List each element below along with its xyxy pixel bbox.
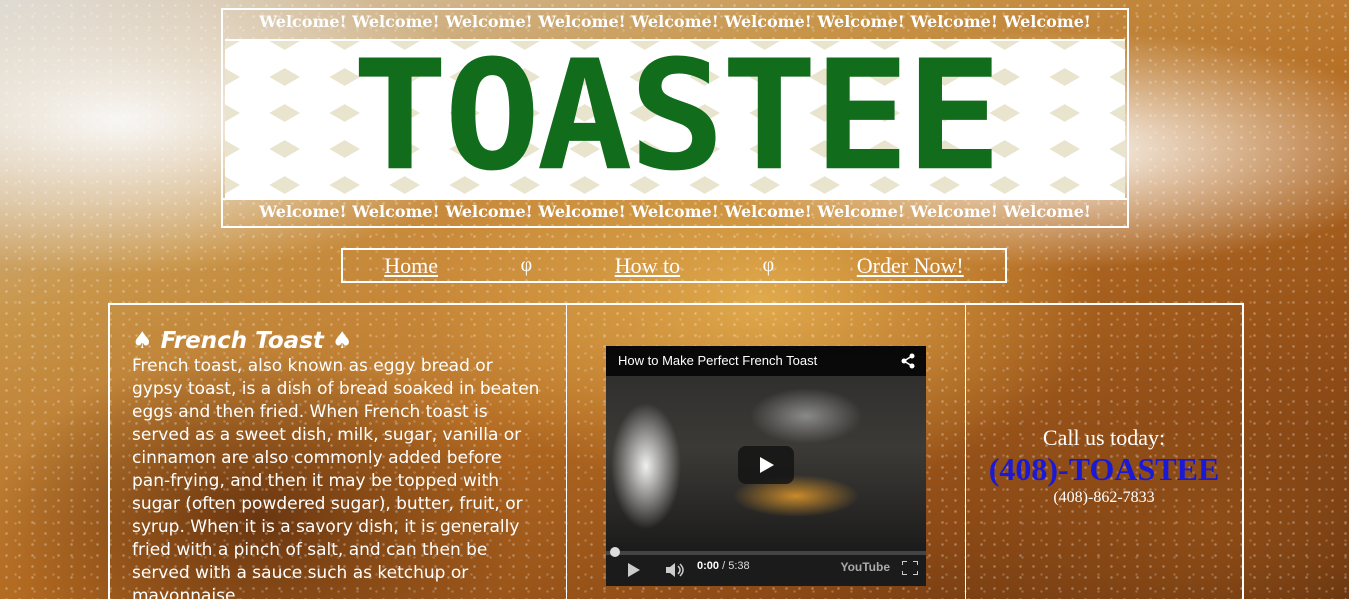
video-column: How to Make Perfect French Toast 0:00 / …: [567, 305, 966, 599]
fullscreen-icon[interactable]: [902, 561, 918, 575]
play-button[interactable]: [738, 446, 794, 484]
progress-knob[interactable]: [610, 547, 620, 557]
call-label: Call us today:: [1042, 425, 1166, 450]
nav-separator: φ: [520, 254, 533, 276]
share-icon[interactable]: [900, 353, 916, 369]
time-current: 0:00: [697, 560, 720, 572]
header-banner: Welcome! Welcome! Welcome! Welcome! Welc…: [221, 8, 1129, 228]
nav-link-home[interactable]: Home: [384, 253, 438, 279]
logo: TOASTEE: [225, 39, 1125, 198]
welcome-marquee-top: Welcome! Welcome! Welcome! Welcome! Welc…: [259, 12, 1091, 31]
article-title: ♠ French Toast ♠: [132, 328, 353, 354]
play-icon[interactable]: [628, 563, 640, 577]
progress-bar[interactable]: [606, 547, 926, 557]
phone-number: (408)-862-7833: [1053, 489, 1155, 506]
vanity-phone: (408)-TOASTEE: [988, 451, 1220, 487]
main-nav: Home φ How to φ Order Now!: [341, 248, 1007, 283]
content-table: ♠ French Toast ♠ French toast, also know…: [108, 303, 1244, 599]
video-title-bar: How to Make Perfect French Toast: [606, 346, 926, 376]
time-total: / 5:38: [722, 560, 750, 572]
logo-text: TOASTEE: [351, 39, 1002, 198]
video-controls: 0:00 / 5:38 YouTube: [606, 547, 926, 586]
article-column: ♠ French Toast ♠ French toast, also know…: [110, 305, 567, 599]
nav-separator: φ: [762, 254, 775, 276]
welcome-marquee-bottom: Welcome! Welcome! Welcome! Welcome! Welc…: [223, 198, 1127, 226]
youtube-logo[interactable]: YouTube: [840, 560, 890, 574]
video-player[interactable]: How to Make Perfect French Toast 0:00 / …: [606, 346, 926, 586]
article-body: French toast, also known as eggy bread o…: [132, 356, 540, 599]
contact-column: Call us today: (408)-TOASTEE (408)-862-7…: [966, 305, 1242, 599]
volume-icon[interactable]: [666, 563, 686, 577]
video-title[interactable]: How to Make Perfect French Toast: [618, 353, 817, 368]
video-time: 0:00 / 5:38: [697, 560, 750, 572]
nav-link-how-to[interactable]: How to: [615, 253, 680, 279]
nav-link-order-now[interactable]: Order Now!: [857, 253, 964, 279]
